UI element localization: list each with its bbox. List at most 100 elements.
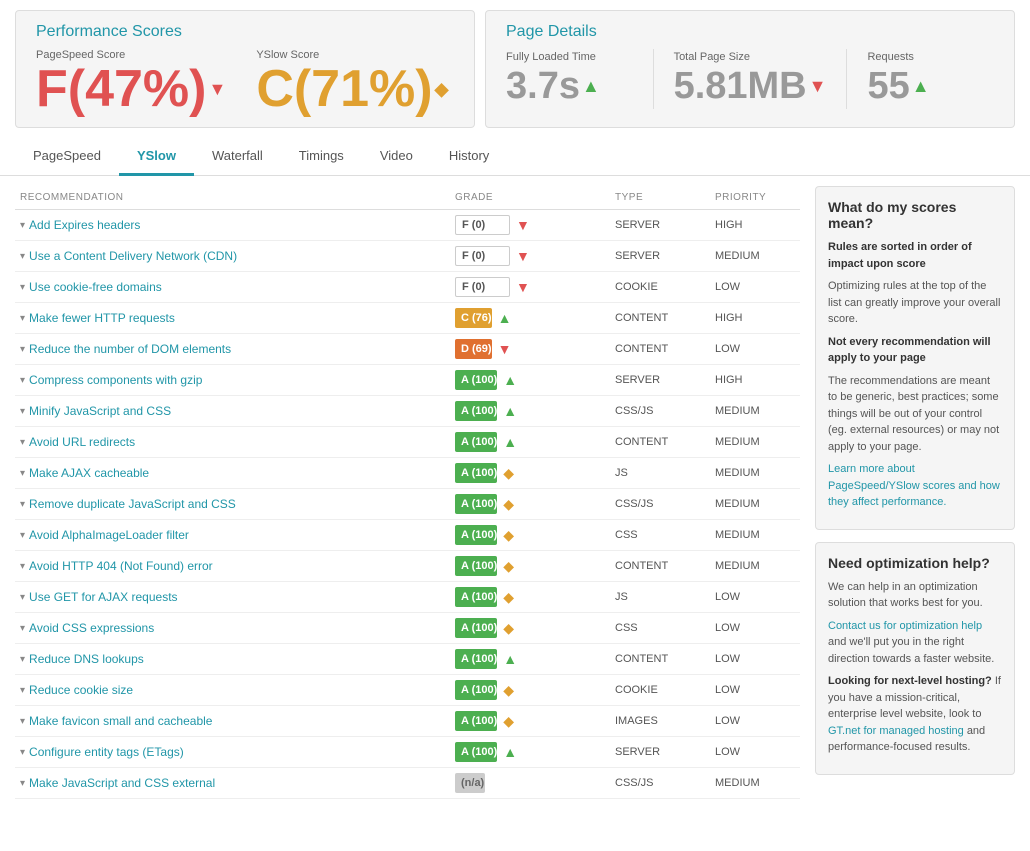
grade-bar: A (100)	[455, 401, 497, 421]
rec-cell: ▾ Compress components with gzip	[20, 373, 455, 387]
type-cell: SERVER	[615, 250, 715, 262]
grade-bar: F (0)	[455, 215, 510, 235]
priority-cell: LOW	[715, 591, 795, 603]
grade-cell: A (100) ◆	[455, 463, 615, 483]
rec-link[interactable]: Avoid HTTP 404 (Not Found) error	[29, 559, 213, 573]
table-row: ▾Compress components with gzipA (100)▲SE…	[15, 365, 800, 396]
scores-meaning-box: What do my scores mean? Rules are sorted…	[815, 186, 1015, 530]
grade-cell: (n/a)	[455, 773, 615, 793]
rec-toggle-icon[interactable]: ▾	[20, 282, 25, 293]
priority-cell: LOW	[715, 622, 795, 634]
table-row: ▾Avoid HTTP 404 (Not Found) errorA (100)…	[15, 551, 800, 582]
tab-history[interactable]: History	[431, 138, 507, 176]
tab-pagespeed[interactable]: PageSpeed	[15, 138, 119, 176]
tab-yslow[interactable]: YSlow	[119, 138, 194, 176]
rec-toggle-icon[interactable]: ▾	[20, 251, 25, 262]
rec-toggle-icon[interactable]: ▾	[20, 716, 25, 727]
grade-cell: A (100)▲	[455, 742, 615, 762]
rec-cell: ▾ Avoid URL redirects	[20, 435, 455, 449]
performance-title: Performance Scores	[36, 23, 454, 41]
rec-link[interactable]: Avoid URL redirects	[29, 435, 135, 449]
rec-link[interactable]: Make JavaScript and CSS external	[29, 776, 215, 790]
rec-link[interactable]: Reduce DNS lookups	[29, 652, 144, 666]
contact-us-link[interactable]: Contact us for optimization help	[828, 620, 982, 632]
rec-toggle-icon[interactable]: ▾	[20, 313, 25, 324]
rec-link[interactable]: Avoid CSS expressions	[29, 621, 154, 635]
rec-toggle-icon[interactable]: ▾	[20, 406, 25, 417]
rec-cell: ▾ Remove duplicate JavaScript and CSS	[20, 497, 455, 511]
grade-cell: F (0)▼	[455, 246, 615, 266]
rec-toggle-icon[interactable]: ▾	[20, 530, 25, 541]
rec-link[interactable]: Use GET for AJAX requests	[29, 590, 178, 604]
tab-video[interactable]: Video	[362, 138, 431, 176]
requests-label: Requests	[867, 51, 994, 63]
grade-bar: A (100)	[455, 680, 497, 700]
grade-icon: ◆	[503, 558, 514, 575]
type-cell: JS	[615, 591, 715, 603]
rec-link[interactable]: Compress components with gzip	[29, 373, 202, 387]
rec-toggle-icon[interactable]: ▾	[20, 561, 25, 572]
priority-cell: LOW	[715, 343, 795, 355]
grade-bar: A (100)	[455, 370, 497, 390]
rec-link[interactable]: Remove duplicate JavaScript and CSS	[29, 497, 236, 511]
priority-cell: HIGH	[715, 312, 795, 324]
grade-cell: A (100)◆	[455, 618, 615, 638]
optimization-body1: We can help in an optimization solution …	[828, 579, 1002, 612]
rec-toggle-icon[interactable]: ▾	[20, 747, 25, 758]
rec-cell: ▾ Make JavaScript and CSS external	[20, 776, 455, 790]
col-header-1: GRADE	[455, 192, 615, 203]
rec-toggle-icon[interactable]: ▾	[20, 375, 25, 386]
table-section: RECOMMENDATIONGRADETYPEPRIORITY ▾Add Exp…	[15, 186, 800, 799]
table-row: ▾ Use a Content Delivery Network (CDN) F (…	[15, 241, 800, 272]
rec-toggle-icon[interactable]: ▾	[20, 685, 25, 696]
tab-waterfall[interactable]: Waterfall	[194, 138, 281, 176]
table-row: ▾Make fewer HTTP requestsC (76)▲CONTENTH…	[15, 303, 800, 334]
priority-cell: MEDIUM	[715, 436, 795, 448]
total-size-value: 5.81MB ▼	[674, 65, 827, 108]
rec-cell: ▾ Minify JavaScript and CSS	[20, 404, 455, 418]
rec-link[interactable]: Make fewer HTTP requests	[29, 311, 175, 325]
table-row: ▾Make JavaScript and CSS external(n/a)CS…	[15, 768, 800, 799]
grade-bar: F (0)	[455, 246, 510, 266]
rec-link[interactable]: Avoid AlphaImageLoader filter	[29, 528, 189, 542]
rec-cell: ▾ Use GET for AJAX requests	[20, 590, 455, 604]
priority-cell: MEDIUM	[715, 498, 795, 510]
table-row: ▾ Avoid CSS expressions A (100)◆CSSLOW	[15, 613, 800, 644]
rec-link[interactable]: Configure entity tags (ETags)	[29, 745, 184, 759]
rec-toggle-icon[interactable]: ▾	[20, 437, 25, 448]
table-row: ▾Reduce cookie sizeA (100)◆COOKIELOW	[15, 675, 800, 706]
rec-link[interactable]: Use cookie-free domains	[29, 280, 162, 294]
rec-toggle-icon[interactable]: ▾	[20, 778, 25, 789]
grade-bar: A (100)	[455, 463, 497, 483]
rec-link[interactable]: Reduce the number of DOM elements	[29, 342, 231, 356]
grade-icon: ◆	[503, 465, 514, 482]
rec-toggle-icon[interactable]: ▾	[20, 499, 25, 510]
rec-link[interactable]: Make AJAX cacheable	[29, 466, 149, 480]
priority-cell: HIGH	[715, 219, 795, 231]
rec-toggle-icon[interactable]: ▾	[20, 654, 25, 665]
rec-toggle-icon[interactable]: ▾	[20, 592, 25, 603]
grade-bar: A (100)	[455, 494, 497, 514]
rec-link[interactable]: Make favicon small and cacheable	[29, 714, 212, 728]
gtnet-link[interactable]: GT.net for managed hosting	[828, 725, 964, 737]
rec-link[interactable]: Use a Content Delivery Network (CDN)	[29, 249, 237, 263]
requests-value: 55 ▲	[867, 65, 994, 108]
rec-cell: ▾ Avoid HTTP 404 (Not Found) error	[20, 559, 455, 573]
scores-body2-label: Not every recommendation will apply to y…	[828, 336, 991, 365]
grade-icon: ▼	[498, 341, 512, 357]
rec-toggle-icon[interactable]: ▾	[20, 623, 25, 634]
grade-icon: ▲	[503, 403, 517, 419]
rec-cell: ▾ Use cookie-free domains	[20, 280, 455, 294]
grade-cell: F (0)▼	[455, 215, 615, 235]
rec-toggle-icon[interactable]: ▾	[20, 220, 25, 231]
grade-icon: ◆	[503, 496, 514, 513]
rec-toggle-icon[interactable]: ▾	[20, 344, 25, 355]
rec-toggle-icon[interactable]: ▾	[20, 468, 25, 479]
type-cell: CSS	[615, 622, 715, 634]
rec-link[interactable]: Reduce cookie size	[29, 683, 133, 697]
tab-timings[interactable]: Timings	[281, 138, 362, 176]
rec-link[interactable]: Minify JavaScript and CSS	[29, 404, 171, 418]
rec-cell: ▾ Add Expires headers	[20, 218, 455, 232]
rec-link[interactable]: Add Expires headers	[29, 218, 140, 232]
scores-learn-more-link[interactable]: Learn more about PageSpeed/YSlow scores …	[828, 463, 1000, 508]
